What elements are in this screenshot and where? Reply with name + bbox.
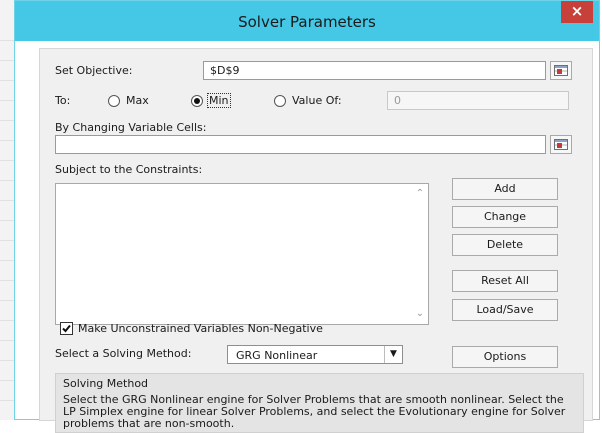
- solving-method-group-title: Solving Method: [63, 377, 149, 390]
- min-label[interactable]: Min: [207, 93, 231, 108]
- range-selector-icon: [554, 65, 568, 76]
- constraints-scrollbar[interactable]: ⌃ ⌄: [412, 184, 428, 324]
- min-radio[interactable]: [191, 95, 203, 107]
- chevron-down-icon[interactable]: ▼: [384, 346, 402, 363]
- add-button[interactable]: Add: [452, 178, 558, 200]
- constraints-label: Subject to the Constraints:: [55, 163, 203, 176]
- changing-cells-range-selector-button[interactable]: [550, 135, 572, 154]
- solver-parameters-dialog: Solver Parameters × Set Objective: $D$9 …: [14, 0, 600, 433]
- value-of-input[interactable]: 0: [387, 91, 569, 110]
- solving-method-group: Solving Method Select the GRG Nonlinear …: [55, 373, 584, 433]
- max-radio[interactable]: [108, 95, 120, 107]
- dialog-titlebar[interactable]: Solver Parameters ×: [15, 1, 599, 41]
- range-selector-icon: [554, 139, 568, 150]
- set-objective-input[interactable]: $D$9: [203, 61, 546, 80]
- spreadsheet-row-headers: [0, 0, 15, 420]
- to-label: To:: [55, 94, 71, 107]
- changing-cells-input[interactable]: [55, 135, 546, 154]
- scroll-up-icon[interactable]: ⌃: [412, 186, 428, 202]
- solving-method-value: GRG Nonlinear: [236, 349, 318, 362]
- objective-range-selector-button[interactable]: [550, 61, 572, 80]
- value-of-label[interactable]: Value Of:: [292, 94, 342, 107]
- max-label[interactable]: Max: [126, 94, 149, 107]
- change-button[interactable]: Change: [452, 206, 558, 228]
- nonnegative-label[interactable]: Make Unconstrained Variables Non-Negativ…: [78, 322, 323, 335]
- dialog-body: Set Objective: $D$9 To: Max Min Value Of…: [39, 48, 593, 433]
- options-button[interactable]: Options: [452, 346, 558, 368]
- reset-all-button[interactable]: Reset All: [452, 270, 558, 292]
- delete-button[interactable]: Delete: [452, 234, 558, 256]
- close-button[interactable]: ×: [561, 1, 593, 23]
- checkmark-icon: [62, 324, 71, 333]
- constraints-listbox[interactable]: ⌃ ⌄: [55, 183, 429, 325]
- solving-method-select[interactable]: GRG Nonlinear ▼: [227, 345, 403, 364]
- solving-method-description: Select the GRG Nonlinear engine for Solv…: [63, 393, 566, 430]
- load-save-button[interactable]: Load/Save: [452, 299, 558, 321]
- solving-method-label: Select a Solving Method:: [55, 347, 192, 360]
- dialog-title: Solver Parameters: [238, 13, 376, 31]
- scroll-down-icon[interactable]: ⌄: [412, 306, 428, 322]
- set-objective-label: Set Objective:: [55, 64, 133, 77]
- nonnegative-checkbox[interactable]: [60, 322, 73, 335]
- changing-cells-label: By Changing Variable Cells:: [55, 121, 207, 134]
- value-of-radio[interactable]: [274, 95, 286, 107]
